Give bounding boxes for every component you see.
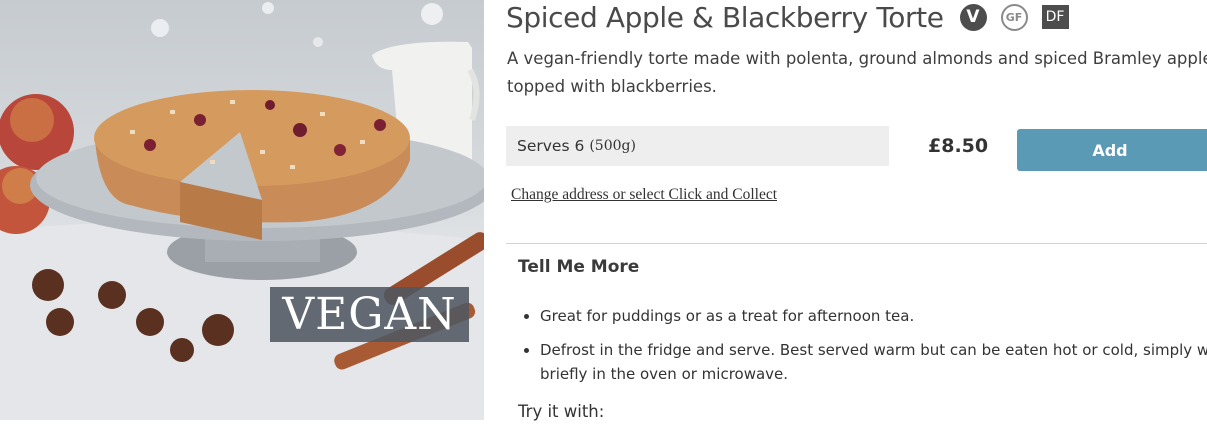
product-image: VEGAN bbox=[0, 0, 484, 420]
dairy-free-icon: DF bbox=[1041, 5, 1069, 29]
try-it-with-label: Try it with: bbox=[518, 402, 605, 421]
gluten-free-icon: GF bbox=[1000, 3, 1028, 31]
torte-photo-illustration bbox=[0, 2, 484, 420]
add-to-basket-button[interactable]: Add bbox=[1017, 129, 1207, 171]
product-title: Spiced Apple & Blackberry Torte bbox=[506, 0, 944, 34]
details-list: Great for puddings or as a treat for aft… bbox=[522, 304, 1207, 396]
list-item-text: briefly in the oven or microwave. bbox=[540, 365, 789, 383]
serving-size-label: Serves 6 bbox=[517, 137, 585, 155]
vegan-image-badge: VEGAN bbox=[270, 287, 469, 342]
product-description: A vegan-friendly torte made with polenta… bbox=[507, 45, 1207, 101]
list-item: Great for puddings or as a treat for aft… bbox=[522, 304, 1207, 328]
change-address-link[interactable]: Change address or select Click and Colle… bbox=[511, 186, 777, 204]
tell-me-more-heading: Tell Me More bbox=[518, 257, 640, 277]
list-item-text: Defrost in the fridge and serve. Best se… bbox=[540, 341, 1207, 359]
vegetarian-icon: V bbox=[959, 3, 987, 31]
list-item-text: Great for puddings or as a treat for aft… bbox=[540, 307, 915, 325]
product-price: £8.50 bbox=[928, 135, 989, 157]
serving-size-selector[interactable]: Serves 6 (500g) bbox=[506, 126, 889, 166]
description-line: A vegan-friendly torte made with polenta… bbox=[507, 49, 1207, 68]
description-line: topped with blackberries. bbox=[507, 77, 717, 96]
product-title-row: Spiced Apple & Blackberry Torte V GF DF bbox=[506, 0, 1069, 34]
section-divider bbox=[506, 243, 1207, 244]
serving-weight: (500g) bbox=[589, 138, 636, 154]
list-item: Defrost in the fridge and serve. Best se… bbox=[522, 338, 1207, 386]
